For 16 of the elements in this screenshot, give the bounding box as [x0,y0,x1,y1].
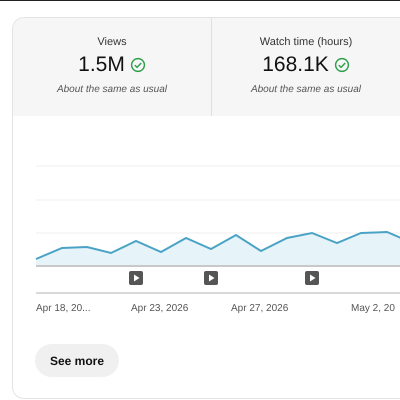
metric-value: 1.5M [78,53,125,77]
video-marker-icon[interactable] [204,271,218,285]
video-marker-icon[interactable] [305,271,319,285]
check-circle-icon [130,57,146,73]
metric-note: About the same as usual [56,84,168,95]
metric-note: About the same as usual [250,84,362,95]
x-axis-label: May 2, 20 [351,303,395,314]
check-circle-icon [334,57,350,73]
x-axis-label: Apr 27, 2026 [231,303,288,314]
metric-value: 168.1K [262,53,329,77]
see-more-button[interactable]: See more [35,344,120,377]
metric-label: Views [97,36,127,48]
video-marker-icon[interactable] [129,271,143,285]
x-axis-label: Apr 23, 2026 [131,303,188,314]
x-axis-label: Apr 18, 20... [36,303,90,314]
metric-label: Watch time (hours) [260,36,352,48]
